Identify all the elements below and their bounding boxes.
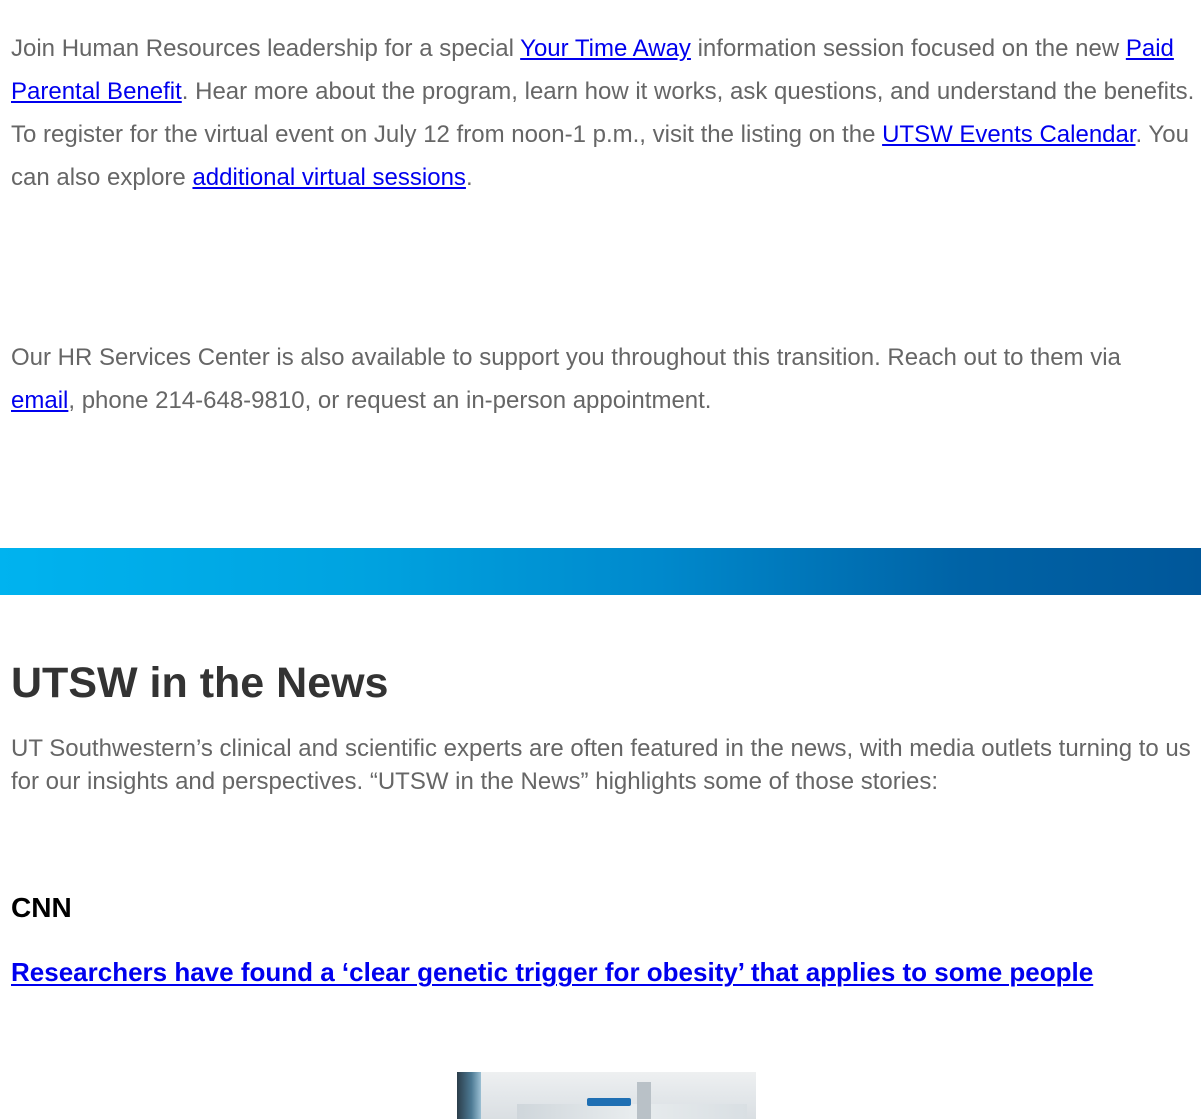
image-blue-object-shape bbox=[587, 1098, 631, 1106]
hr-services-paragraph: Our HR Services Center is also available… bbox=[11, 336, 1191, 422]
news-section-title: UTSW in the News bbox=[11, 659, 389, 707]
utsw-events-calendar-link[interactable]: UTSW Events Calendar bbox=[882, 121, 1135, 148]
your-time-away-link[interactable]: Your Time Away bbox=[520, 35, 691, 62]
news-headline: Researchers have found a ‘clear genetic … bbox=[11, 951, 1161, 993]
newsletter-page: Join Human Resources leadership for a sp… bbox=[0, 0, 1201, 1119]
section-divider-banner bbox=[0, 548, 1201, 595]
image-figure-shape bbox=[457, 1072, 481, 1119]
news-section-intro: UT Southwestern’s clinical and scientifi… bbox=[11, 735, 1191, 795]
news-headline-link[interactable]: Researchers have found a ‘clear genetic … bbox=[11, 957, 1093, 987]
p1-text-5: . bbox=[465, 164, 473, 191]
news-story-image[interactable] bbox=[457, 1072, 756, 1119]
email-link[interactable]: email bbox=[11, 387, 68, 414]
image-lab-bench-shape bbox=[517, 1104, 747, 1119]
p2-text-2: , phone 214-648-9810, or request an in-p… bbox=[68, 387, 712, 414]
your-time-away-paragraph: Join Human Resources leadership for a sp… bbox=[11, 27, 1201, 199]
image-lab-equipment-shape bbox=[637, 1082, 651, 1119]
news-outlet-name: CNN bbox=[11, 892, 72, 923]
p1-text-1: Join Human Resources leadership for a sp… bbox=[11, 35, 521, 62]
p1-text-2: information session focused on the new bbox=[690, 35, 1126, 62]
additional-virtual-sessions-link[interactable]: additional virtual sessions bbox=[192, 164, 465, 191]
p2-text-1: Our HR Services Center is also available… bbox=[11, 344, 1121, 371]
